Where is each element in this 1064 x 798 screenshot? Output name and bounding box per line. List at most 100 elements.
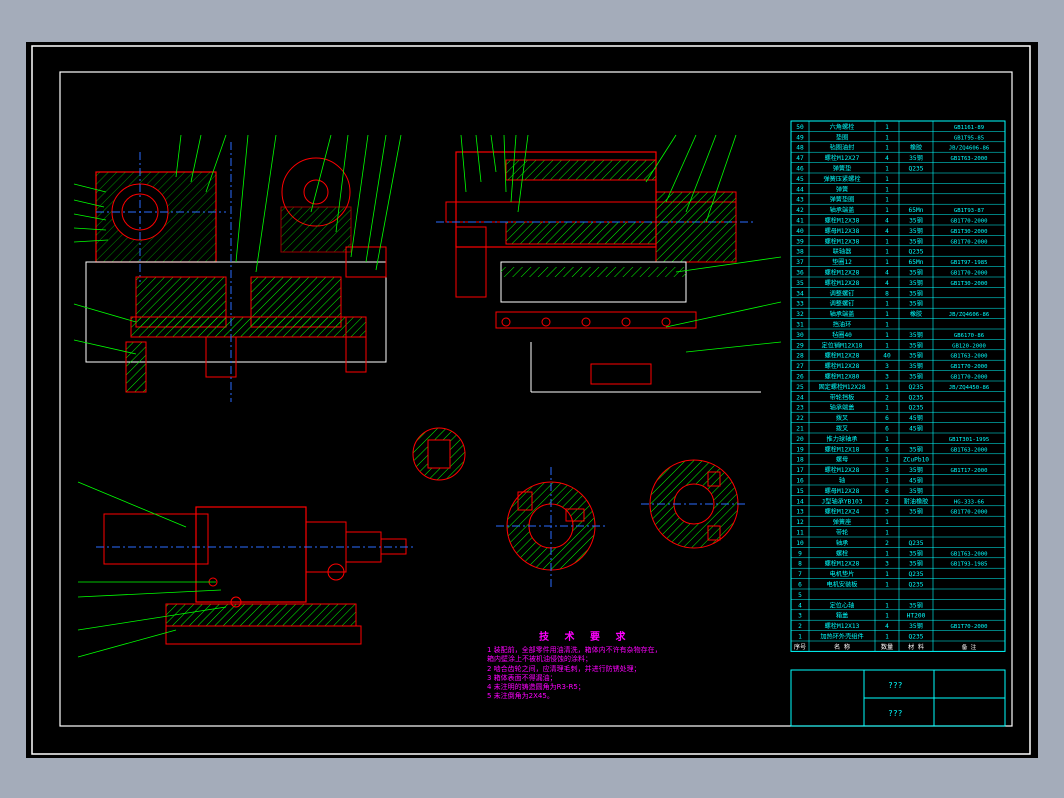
- bom-cell: GB1T93-87: [954, 208, 984, 214]
- bom-cell: 垫圈: [836, 133, 848, 141]
- bom-cell: GB1161-89: [954, 125, 984, 131]
- bom-cell: 6: [885, 488, 889, 495]
- bom-cell: 46: [796, 166, 804, 173]
- bom-cell: 弹簧垫: [833, 165, 852, 173]
- bom-cell: 50: [796, 124, 804, 131]
- bom-cell: 4: [798, 602, 802, 609]
- bom-cell: 橡胶: [910, 144, 922, 152]
- bom-cell: 48: [796, 145, 804, 152]
- bom-cell: GB1T63-2000: [950, 354, 987, 360]
- bom-cell: 螺母M12X38: [825, 227, 860, 235]
- bom-cell: 1: [885, 259, 889, 266]
- bom-cell: 1: [885, 197, 889, 204]
- bom-header-cell: 材 料: [908, 643, 924, 651]
- bom-cell: 8: [798, 561, 802, 568]
- bom-cell: 13: [796, 509, 804, 516]
- tech-requirement-line: 3 箱体表面不得漏油；: [487, 673, 557, 682]
- bom-cell: 35钢: [909, 601, 923, 609]
- bom-cell: 6: [885, 415, 889, 422]
- bom-cell: 1: [885, 238, 889, 245]
- bom-cell: GB1T30-2000: [950, 229, 987, 235]
- bom-cell: 箱盖: [836, 612, 848, 620]
- bom-cell: 拨叉: [836, 414, 848, 422]
- bom-cell: 21: [796, 426, 804, 433]
- bom-cell: 27: [796, 363, 804, 370]
- bom-cell: GB1T95-85: [954, 135, 984, 141]
- bom-cell: 35钢: [909, 466, 923, 474]
- bom-cell: 6: [885, 446, 889, 453]
- bom-header-cell: 数量: [881, 643, 893, 651]
- bom-cell: 35钢: [909, 269, 923, 277]
- bom-cell: 毡圈油封: [830, 144, 855, 152]
- bom-cell: 40: [883, 353, 891, 360]
- bom-cell: 2: [798, 623, 802, 630]
- bom-cell: HT200: [907, 613, 926, 620]
- bom-cell: 弹簧座: [833, 518, 852, 526]
- bom-cell: 35钢: [909, 508, 923, 516]
- bom-cell: 4: [885, 155, 889, 162]
- bom-cell: 35钢: [909, 154, 923, 162]
- bom-cell: HG-333-66: [954, 499, 984, 505]
- bom-cell: 3: [885, 363, 889, 370]
- tech-requirements-title: 技 术 要 求: [539, 632, 632, 643]
- drawing-sheet: 50 六角螺栓 1 GB1161-89 49 垫圈 1 GB1T95-85 48 毡圈油封 1 橡胶 J…: [26, 42, 1038, 758]
- bom-cell: 41: [796, 218, 804, 225]
- bom-cell: 螺栓M12X28: [825, 466, 860, 474]
- bom-cell: 2: [885, 540, 889, 547]
- bom-cell: 11: [796, 530, 804, 537]
- bom-cell: 36: [796, 270, 804, 277]
- title-block-code: ???: [888, 709, 903, 718]
- bom-cell: 1: [885, 519, 889, 526]
- bom-cell: 轴: [839, 477, 845, 485]
- bom-cell: 1: [885, 145, 889, 152]
- bom-cell: 毡圈40: [832, 331, 852, 339]
- bom-cell: 1: [885, 301, 889, 308]
- bom-cell: 轴承端盖: [830, 404, 855, 412]
- bom-cell: 螺栓M12X28: [825, 560, 860, 568]
- bom-cell: 30: [796, 332, 804, 339]
- bom-cell: 25: [796, 384, 804, 391]
- bom-cell: 1: [885, 602, 889, 609]
- bom-cell: 螺栓M12X28: [825, 352, 860, 360]
- bom-cell: 35钢: [909, 445, 923, 453]
- bom-cell: 1: [885, 322, 889, 329]
- bom-cell: 4: [885, 218, 889, 225]
- bom-cell: 47: [796, 155, 804, 162]
- bom-cell: GB1T30-2000: [950, 281, 987, 287]
- bom-cell: 14: [796, 498, 804, 505]
- bom-cell: 45: [796, 176, 804, 183]
- bom-cell: 35钢: [909, 289, 923, 297]
- bom-cell: 45钢: [909, 477, 923, 485]
- bom-cell: 22: [796, 415, 804, 422]
- bom-cell: 35钢: [909, 622, 923, 630]
- bom-cell: JB/ZQ4606-86: [949, 146, 989, 152]
- bom-cell: 35钢: [909, 549, 923, 557]
- bom-cell: Q235: [909, 166, 924, 173]
- bom-cell: Q235: [909, 634, 924, 641]
- bom-cell: 44: [796, 186, 804, 193]
- bom-cell: GB1T17-2000: [950, 468, 987, 474]
- bom-cell: 10: [796, 540, 804, 547]
- bom-cell: 轴承端盖: [830, 310, 855, 318]
- bom-cell: 18: [796, 457, 804, 464]
- bom-cell: GB1T70-2000: [950, 510, 987, 516]
- bom-cell: 联轴器: [833, 248, 852, 256]
- bom-cell: 24: [796, 394, 804, 401]
- bom-cell: 33: [796, 301, 804, 308]
- bom-cell: 1: [885, 571, 889, 578]
- bom-cell: 1: [885, 384, 889, 391]
- bom-cell: GB1T63-2000: [950, 156, 987, 162]
- bom-cell: 35钢: [909, 227, 923, 235]
- bom-cell: 45钢: [909, 414, 923, 422]
- bom-cell: 35钢: [909, 352, 923, 360]
- bom-cell: 定位心轴: [830, 601, 855, 609]
- bom-cell: 调整螺钉: [830, 300, 855, 308]
- bom-cell: 35钢: [909, 217, 923, 225]
- bom-cell: 螺栓M12X27: [825, 154, 860, 162]
- bom-cell: 带轮: [836, 529, 848, 537]
- bom-cell: 20: [796, 436, 804, 443]
- bom-cell: GB1T301-1995: [949, 437, 989, 443]
- bom-cell: 螺栓M12X24: [825, 508, 860, 516]
- bom-cell: 37: [796, 259, 804, 266]
- bom-cell: 定位销M12X18: [822, 341, 863, 349]
